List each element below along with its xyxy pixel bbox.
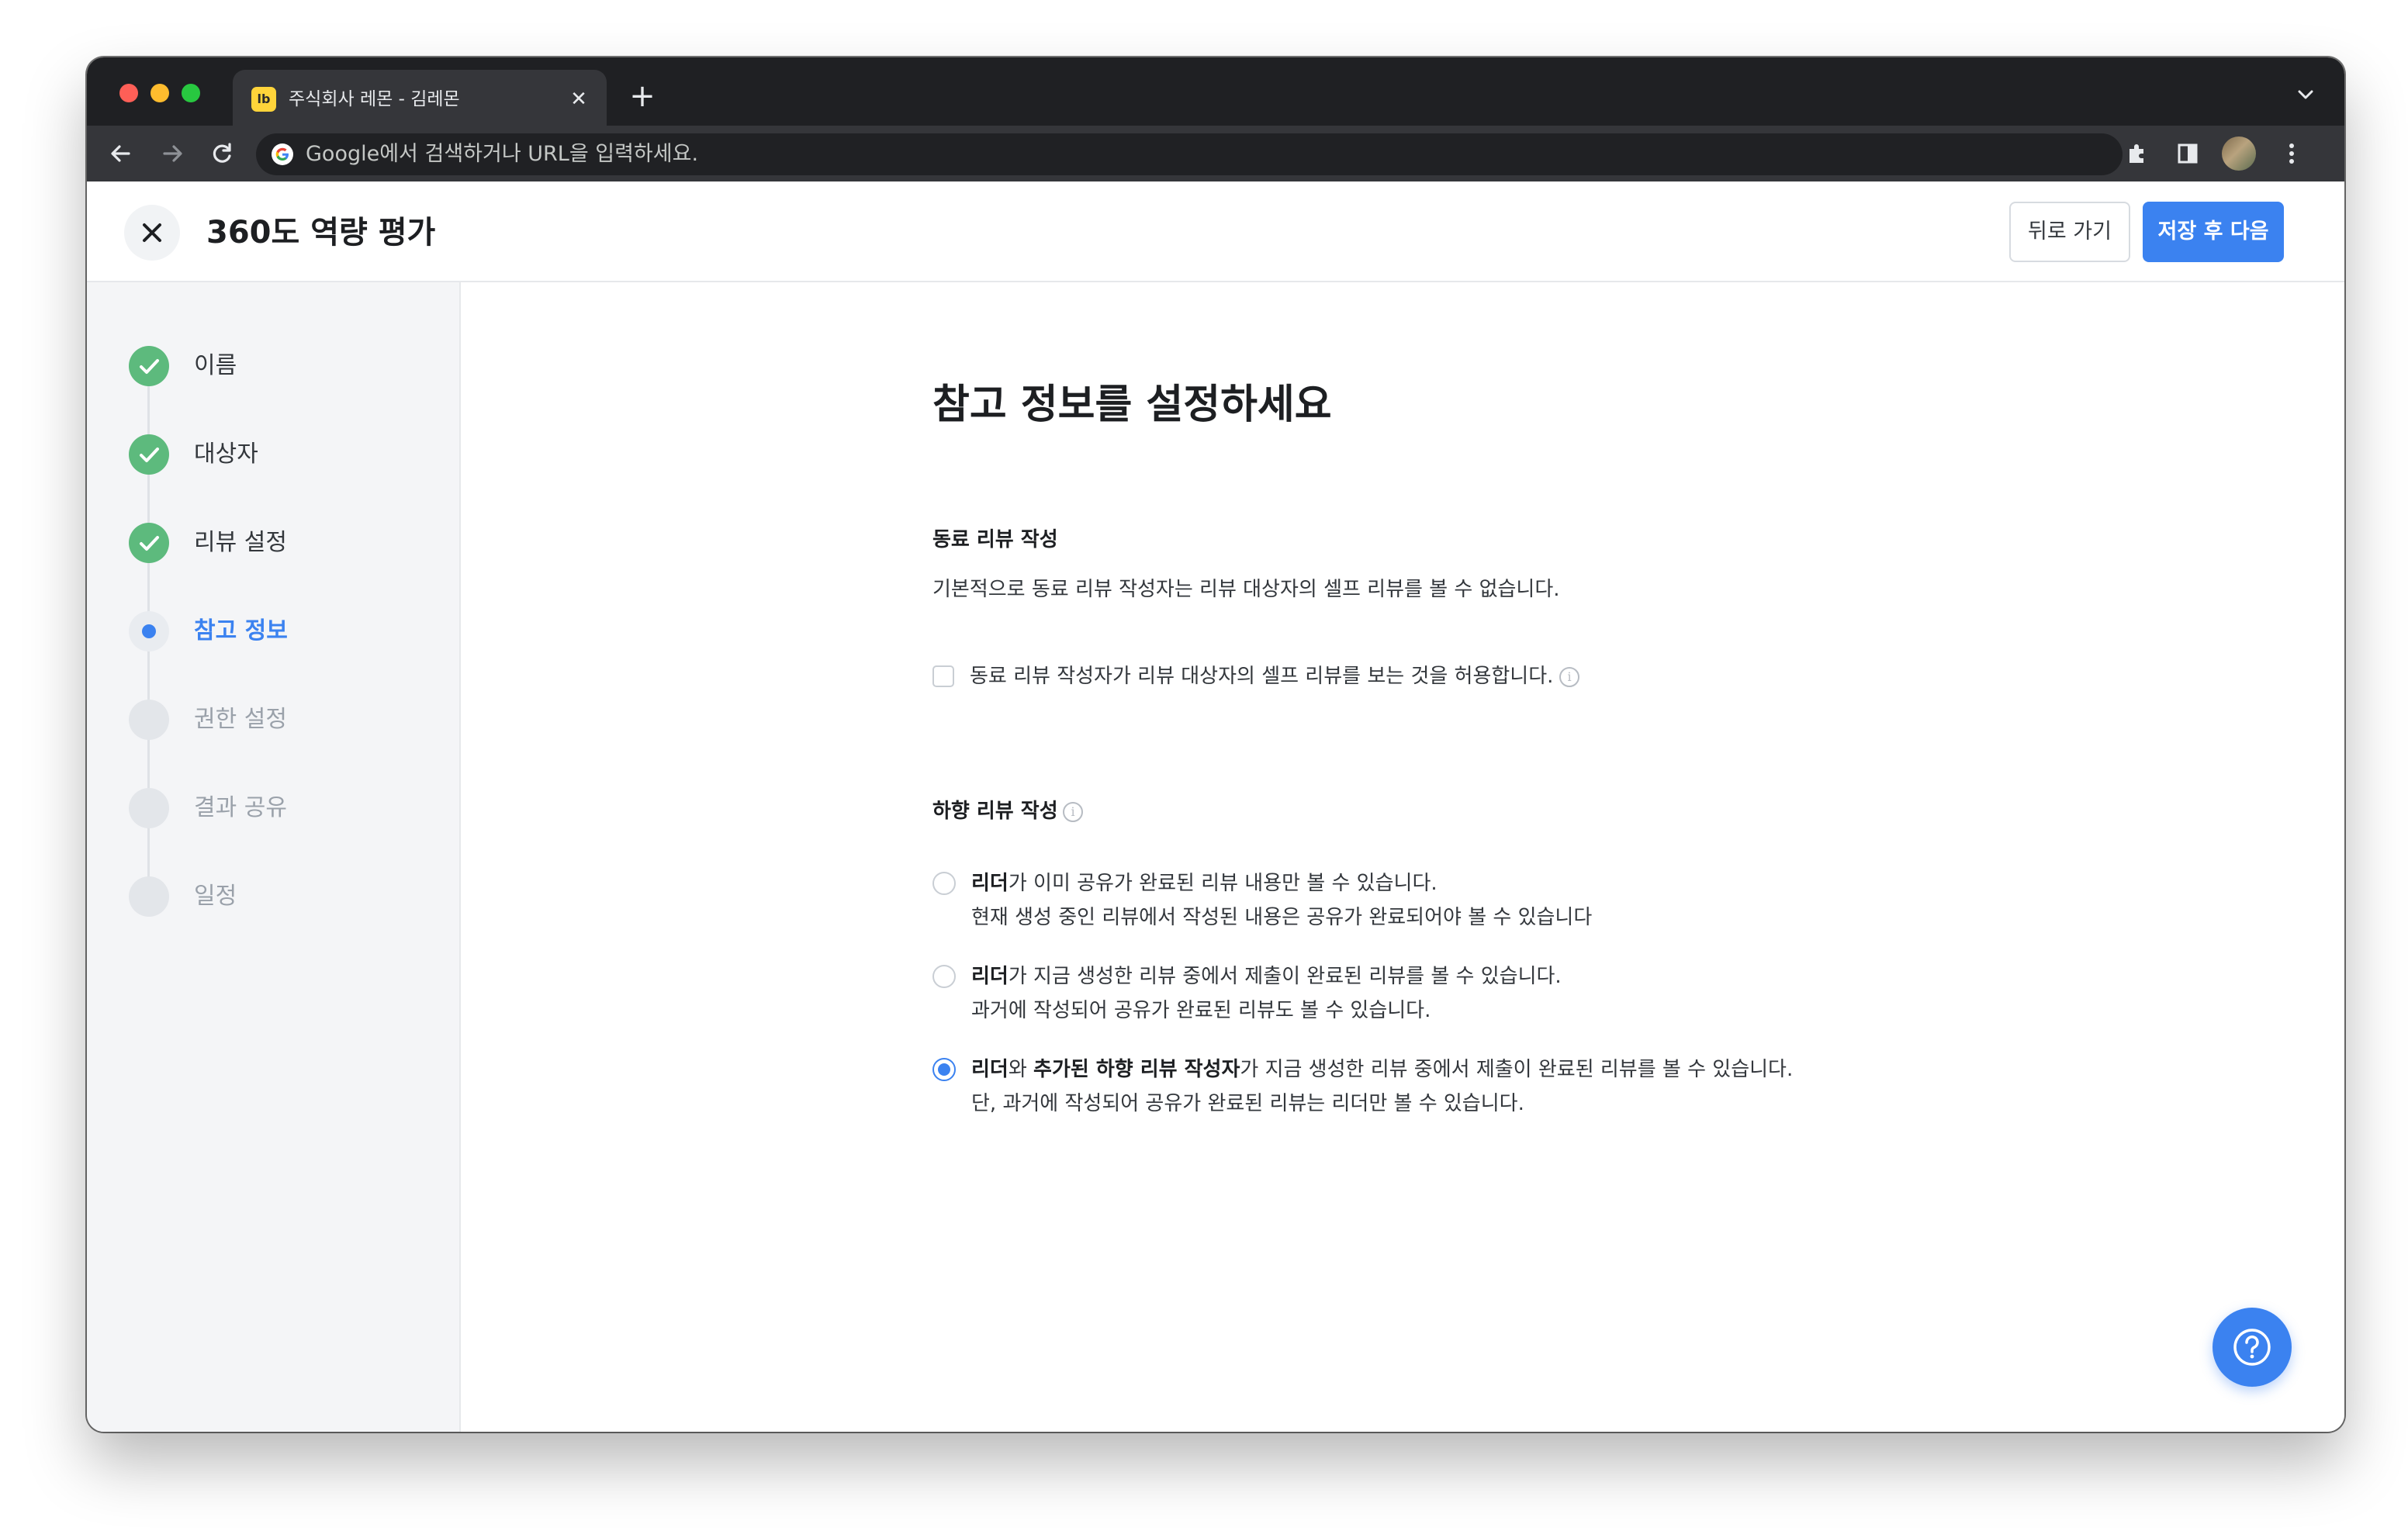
step-label: 결과 공유 [194, 794, 287, 821]
browser-toolbar: Google에서 검색하거나 URL을 입력하세요. [87, 126, 2344, 181]
main-content: 참고 정보를 설정하세요 동료 리뷰 작성 기본적으로 동료 리뷰 작성자는 리… [461, 282, 2344, 1432]
page-title: 360도 역량 평가 [206, 215, 436, 251]
step-label: 일정 [194, 883, 237, 910]
downward-option-2-line1[interactable]: 리더가 지금 생성한 리뷰 중에서 제출이 완료된 리뷰를 볼 수 있습니다. [971, 960, 1562, 993]
info-icon[interactable]: i [1559, 667, 1579, 687]
more-menu-icon[interactable] [2275, 137, 2309, 171]
pending-step-circle-icon [129, 788, 169, 828]
downward-review-title: 하향 리뷰 작성 [932, 800, 1058, 823]
tab-strip: lb 주식회사 레몬 - 김레몬 ✕ + [87, 57, 2344, 126]
step-label: 대상자 [194, 441, 258, 468]
tab-title: 주식회사 레몬 - 김레몬 [289, 89, 460, 109]
step-label: 리뷰 설정 [194, 529, 287, 556]
tab-search-chevron-icon[interactable] [2290, 79, 2321, 110]
downward-option-1-line2: 현재 생성 중인 리뷰에서 작성된 내용은 공유가 완료되어야 볼 수 있습니다 [971, 906, 1593, 929]
maximize-window-button[interactable] [182, 84, 200, 102]
extensions-puzzle-icon[interactable] [2119, 137, 2154, 171]
close-window-button[interactable] [119, 84, 138, 102]
address-bar[interactable]: Google에서 검색하거나 URL을 입력하세요. [256, 133, 2123, 175]
step-label: 권한 설정 [194, 706, 287, 733]
step-sidebar: 이름 대상자 리뷰 설정 참고 정보 권한 설정 결과 공유 일정 [87, 282, 461, 1432]
pending-step-circle-icon [129, 700, 169, 740]
current-step-dot-icon [129, 611, 169, 651]
profile-avatar[interactable] [2222, 137, 2256, 171]
allow-self-review-label[interactable]: 동료 리뷰 작성자가 리뷰 대상자의 셀프 리뷰를 보는 것을 허용합니다. [970, 661, 1553, 692]
info-icon[interactable]: i [1063, 802, 1083, 822]
check-icon [129, 434, 169, 475]
downward-option-radio-2[interactable] [932, 965, 956, 988]
tab-close-icon[interactable]: ✕ [565, 85, 593, 113]
downward-option-1-line1[interactable]: 리더가 이미 공유가 완료된 리뷰 내용만 볼 수 있습니다. [971, 867, 1438, 900]
reload-icon[interactable] [203, 135, 240, 172]
allow-self-review-checkbox[interactable] [932, 665, 954, 687]
forward-arrow-icon[interactable] [154, 135, 191, 172]
save-and-next-button[interactable]: 저장 후 다음 [2143, 202, 2284, 262]
help-question-icon[interactable] [2213, 1308, 2292, 1387]
downward-option-2-line2: 과거에 작성되어 공유가 완료된 리뷰도 볼 수 있습니다. [971, 999, 1431, 1022]
minimize-window-button[interactable] [150, 84, 169, 102]
peer-review-title: 동료 리뷰 작성 [932, 528, 1058, 551]
close-icon[interactable] [124, 205, 180, 261]
section-heading: 참고 정보를 설정하세요 [932, 382, 1332, 428]
back-button[interactable]: 뒤로 가기 [2009, 202, 2130, 262]
favicon-icon: lb [251, 87, 276, 112]
step-label: 이름 [194, 352, 237, 379]
app-header: 360도 역량 평가 뒤로 가기 저장 후 다음 [87, 181, 2344, 282]
new-tab-button[interactable]: + [625, 79, 659, 113]
side-panel-icon[interactable] [2171, 137, 2205, 171]
back-arrow-icon[interactable] [102, 135, 140, 172]
downward-option-radio-3[interactable] [932, 1058, 956, 1081]
pending-step-circle-icon [129, 876, 169, 917]
check-icon [129, 346, 169, 386]
address-placeholder: Google에서 검색하거나 URL을 입력하세요. [306, 142, 699, 166]
downward-option-radio-1[interactable] [932, 872, 956, 895]
peer-review-description: 기본적으로 동료 리뷰 작성자는 리뷰 대상자의 셀프 리뷰를 볼 수 없습니다… [932, 578, 1560, 601]
browser-window: lb 주식회사 레몬 - 김레몬 ✕ + Google에서 검색하거나 URL을… [87, 57, 2344, 1432]
downward-option-3-line1[interactable]: 리더와 추가된 하향 리뷰 작성자가 지금 생성한 리뷰 중에서 제출이 완료된… [971, 1053, 1793, 1086]
browser-tab[interactable]: lb 주식회사 레몬 - 김레몬 ✕ [233, 70, 607, 126]
step-label: 참고 정보 [194, 617, 288, 645]
check-icon [129, 523, 169, 563]
downward-option-3-line2: 단, 과거에 작성되어 공유가 완료된 리뷰는 리더만 볼 수 있습니다. [971, 1092, 1524, 1115]
google-icon [272, 143, 293, 165]
